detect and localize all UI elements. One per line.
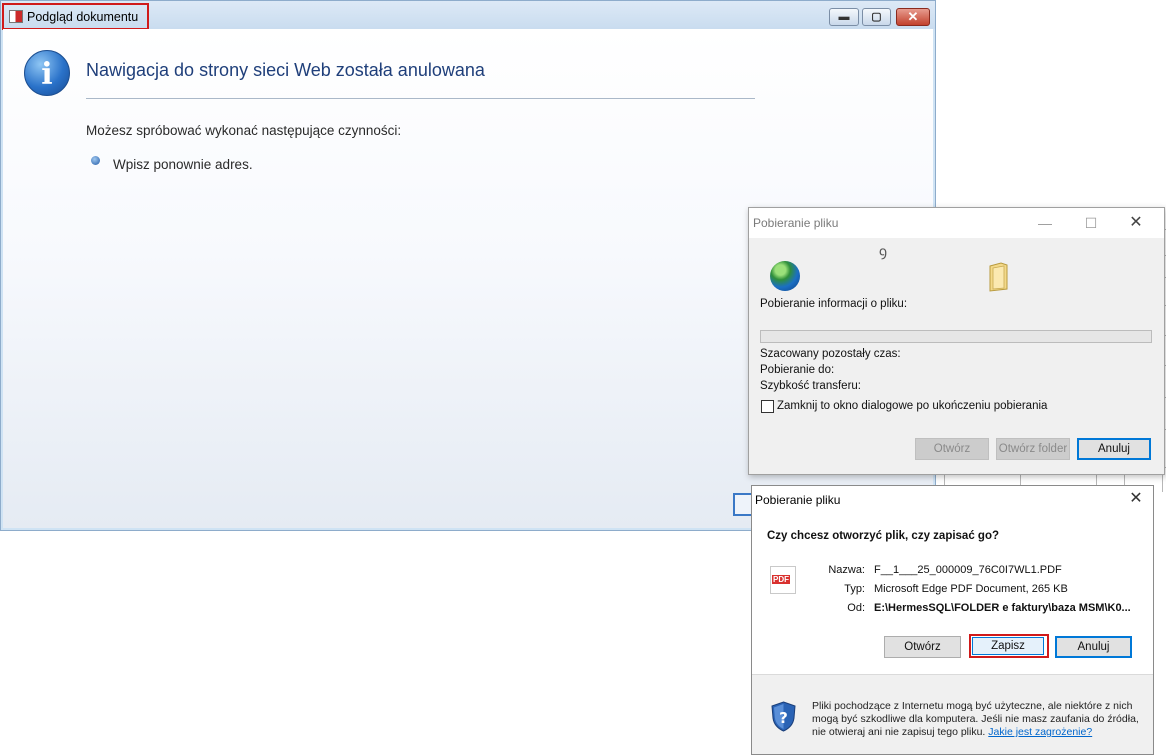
time-left-label: Szacowany pozostały czas: (760, 348, 901, 360)
title-highlight-box (2, 3, 149, 30)
minimize-icon: — (1038, 215, 1052, 231)
type-label: Typ: (844, 583, 865, 595)
bullet-icon (91, 156, 100, 165)
file-name-value: F__1___25_000009_76C0I7WL1.PDF (874, 564, 1062, 576)
dialog-question: Czy chcesz otworzyć plik, czy zapisać go… (767, 530, 999, 542)
open-button[interactable]: Otwórz (915, 438, 989, 460)
title-bar[interactable]: Pobieranie pliku ✕ (752, 486, 1153, 512)
close-icon: ✕ (907, 9, 919, 24)
flying-paper-icon: ꝯ (878, 243, 888, 259)
suggestions-intro: Możesz spróbować wykonać następujące czy… (86, 123, 402, 138)
security-warning: Pliki pochodzące z Internetu mogą być uż… (812, 700, 1152, 739)
title-bar[interactable]: Podgląd dokumentu ▬ ▢ ✕ (1, 1, 935, 30)
file-source-value: E:\HermesSQL\FOLDER e faktury\baza MSM\K… (874, 602, 1131, 614)
globe-icon (770, 261, 800, 291)
close-button[interactable]: ✕ (1124, 489, 1148, 509)
minimize-button[interactable]: — (1023, 212, 1067, 234)
dialog-title: Pobieranie pliku (755, 493, 841, 507)
minimize-icon: ▬ (838, 11, 850, 23)
close-when-done-label[interactable]: Zamknij to okno dialogowe po ukończeniu … (777, 400, 1047, 412)
transfer-rate-label: Szybkość transferu: (760, 380, 861, 392)
risk-info-link[interactable]: Jakie jest zagrożenie? (988, 726, 1092, 738)
download-status: Pobieranie informacji o pliku: (760, 298, 908, 310)
folder-icon (989, 262, 1008, 292)
open-button[interactable]: Otwórz (884, 636, 961, 658)
maximize-icon: ☐ (1084, 215, 1098, 231)
heading-divider (86, 98, 755, 99)
maximize-button[interactable]: ▢ (862, 8, 891, 26)
pdf-icon-label: PDF (772, 575, 790, 584)
cancel-button[interactable]: Anuluj (1055, 636, 1132, 658)
open-folder-button[interactable]: Otwórz folder (996, 438, 1070, 460)
close-when-done-checkbox[interactable] (761, 400, 774, 413)
from-label: Od: (847, 602, 865, 614)
name-label: Nazwa: (828, 564, 865, 576)
download-to-label: Pobieranie do: (760, 364, 835, 376)
close-button[interactable]: ✕ (896, 8, 930, 26)
title-bar[interactable]: Pobieranie pliku — ☐ ✕ (749, 208, 1164, 238)
maximize-button[interactable]: ☐ (1069, 212, 1113, 234)
download-progress-dialog: Pobieranie pliku — ☐ ✕ ꝯ Pobieranie info… (748, 207, 1165, 475)
maximize-icon: ▢ (871, 11, 882, 23)
svg-text:?: ? (779, 709, 788, 727)
open-save-dialog: Pobieranie pliku ✕ Czy chcesz otworzyć p… (751, 485, 1154, 755)
download-progress-bar (760, 330, 1152, 343)
file-type-value: Microsoft Edge PDF Document, 265 KB (874, 583, 1068, 595)
pdf-file-icon: PDF (770, 566, 796, 594)
close-icon: ✕ (1129, 214, 1143, 231)
close-button[interactable]: ✕ (1114, 212, 1158, 234)
save-button-highlight: Zapisz (969, 634, 1049, 658)
info-icon: i (24, 50, 70, 96)
cancel-button[interactable]: Anuluj (1077, 438, 1151, 460)
close-icon: ✕ (1129, 490, 1143, 507)
footer-divider (752, 674, 1153, 675)
dialog-title: Pobieranie pliku (753, 216, 839, 230)
minimize-button[interactable]: ▬ (829, 8, 859, 26)
page-heading: Nawigacja do strony sieci Web została an… (86, 60, 485, 80)
suggestion-item: Wpisz ponownie adres. (113, 157, 253, 172)
save-button[interactable]: Zapisz (972, 637, 1044, 655)
security-shield-icon: ? (771, 701, 796, 732)
